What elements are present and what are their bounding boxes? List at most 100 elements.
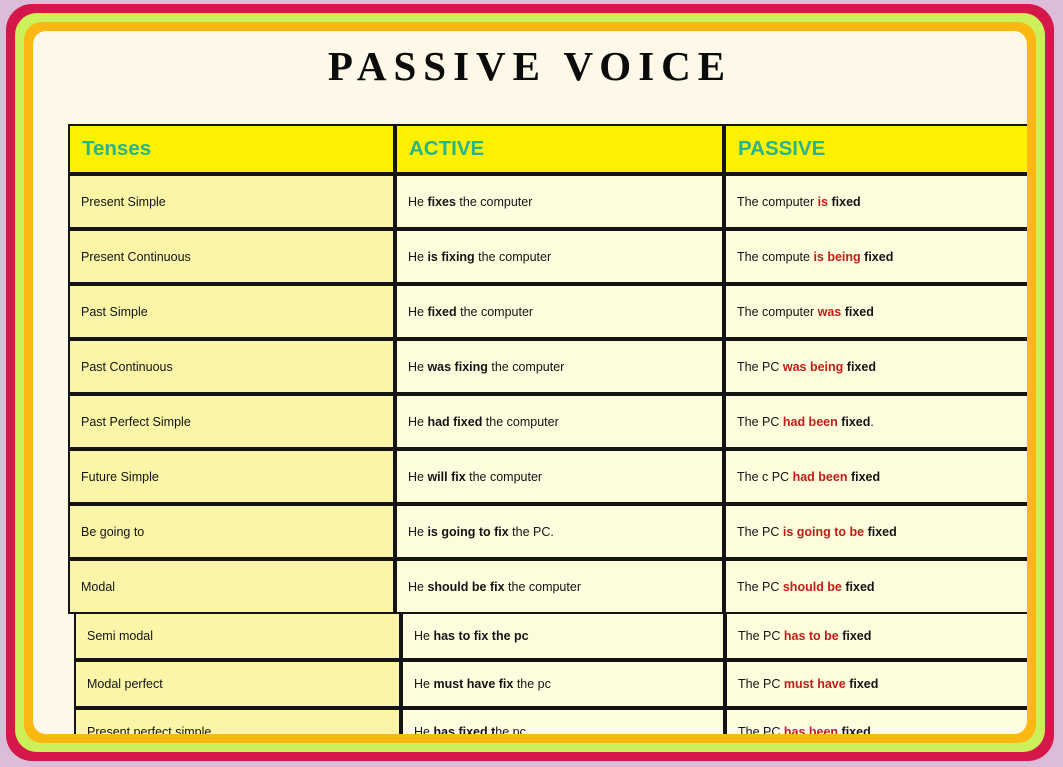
- sentence-fragment: the computer: [455, 194, 533, 209]
- sentence-fragment: He: [408, 469, 428, 484]
- active-sentence-cell: He had fixed the computer: [395, 394, 724, 449]
- passive-sentence-cell: The PC is going to be fixed: [724, 504, 1027, 559]
- page-title: PASSIVE VOICE: [327, 43, 733, 89]
- sentence-fragment: The computer: [737, 194, 818, 209]
- sentence-fragment: must have fix: [433, 677, 514, 691]
- sentence-fragment: is fixing: [427, 249, 475, 264]
- active-sentence-cell: He must have fix the pc: [401, 660, 725, 708]
- sentence-fragment: .: [870, 414, 874, 429]
- active-sentence-cell: He is fixing the computer: [395, 229, 724, 284]
- worksheet-card: PASSIVE VOICE Tenses ACTIVE PASSIVE Pres…: [33, 31, 1027, 734]
- sentence-fragment: fixed: [427, 304, 457, 319]
- sentence-fragment: The PC: [737, 359, 783, 374]
- active-sentence-cell: He will fix the computer: [395, 449, 724, 504]
- sentence-fragment: fixed: [849, 677, 879, 691]
- sentence-fragment: The PC: [738, 629, 784, 643]
- highlighted-phrase: is being: [813, 249, 861, 264]
- tense-name-cell: Past Simple: [68, 284, 395, 339]
- sentence-fragment: He: [414, 629, 434, 643]
- tense-name-cell: Semi modal: [74, 612, 401, 660]
- passive-sentence-cell: The computer is fixed: [724, 174, 1027, 229]
- sentence-fragment: should be fix: [427, 579, 505, 594]
- sentence-fragment: The PC: [737, 414, 783, 429]
- tense-name-cell: Present Simple: [68, 174, 395, 229]
- sentence-fragment: The computer: [737, 304, 818, 319]
- table-row: Semi modal He has to fix the pc The PC has…: [74, 612, 1027, 660]
- sentence-fragment: He: [408, 579, 428, 594]
- passive-sentence-cell: The PC had been fixed.: [724, 394, 1027, 449]
- sentence-fragment: The PC: [738, 725, 784, 734]
- highlighted-phrase: was being: [782, 359, 844, 374]
- active-sentence-cell: He is going to fix the PC.: [395, 504, 724, 559]
- sentence-fragment: The c PC: [737, 469, 793, 484]
- passive-sentence-cell: The PC has to be fixed: [725, 612, 1027, 660]
- table-row: Past Continuous He was fixing the compute…: [68, 339, 1027, 394]
- sentence-fragment: fixed: [844, 304, 874, 319]
- highlighted-phrase: had been: [782, 414, 838, 429]
- highlighted-phrase: is going to be: [782, 524, 865, 539]
- sentence-fragment: He: [414, 677, 434, 691]
- sentence-fragment: has to fix the pc: [433, 629, 529, 643]
- sentence-fragment: He: [408, 359, 428, 374]
- tense-name-cell: Past Continuous: [68, 339, 395, 394]
- sentence-fragment: fixes: [427, 194, 456, 209]
- active-sentence-cell: He fixed the computer: [395, 284, 724, 339]
- table-row: Present Continuous He is fixing the compu…: [68, 229, 1027, 284]
- sentence-fragment: The PC: [737, 524, 783, 539]
- tense-name-cell: Modal: [68, 559, 395, 614]
- table-row: Present Simple He fixes the computer The c…: [68, 174, 1027, 229]
- sentence-fragment: fixed: [846, 359, 876, 374]
- sentence-fragment: He: [408, 414, 428, 429]
- extra-table-body: Semi modal He has to fix the pc The PC has…: [74, 612, 1027, 734]
- active-sentence-cell: He has fixed the pc: [401, 708, 725, 734]
- sentence-fragment: is going to fix: [427, 524, 509, 539]
- sentence-fragment: he pc: [495, 725, 526, 734]
- passive-sentence-cell: The PC was being fixed: [724, 339, 1027, 394]
- passive-sentence-cell: The computer was fixed: [724, 284, 1027, 339]
- decorative-frame-red: PASSIVE VOICE Tenses ACTIVE PASSIVE Pres…: [6, 4, 1054, 761]
- sentence-fragment: had fixed: [427, 414, 483, 429]
- active-sentence-cell: He has to fix the pc: [401, 612, 725, 660]
- highlighted-phrase: should be: [782, 579, 842, 594]
- column-header-passive: PASSIVE: [724, 124, 1027, 174]
- sentence-fragment: fixed: [864, 249, 894, 264]
- table-row: Be going to He is going to fix the PC. The…: [68, 504, 1027, 559]
- sentence-fragment: the computer: [474, 249, 552, 264]
- sentence-fragment: the pc: [513, 677, 551, 691]
- highlighted-phrase: has been: [783, 725, 839, 734]
- table-row: Future Simple He will fix the computer The…: [68, 449, 1027, 504]
- sentence-fragment: fixed: [841, 725, 871, 734]
- sentence-fragment: fixed: [842, 629, 872, 643]
- decorative-frame-orange: PASSIVE VOICE Tenses ACTIVE PASSIVE Pres…: [24, 22, 1036, 743]
- table-row: Past Perfect Simple He had fixed the comp…: [68, 394, 1027, 449]
- highlighted-phrase: has to be: [783, 629, 839, 643]
- sentence-fragment: the computer: [487, 359, 565, 374]
- passive-voice-extra-table: Semi modal He has to fix the pc The PC has…: [74, 612, 1027, 734]
- passive-sentence-cell: The PC has been fixed: [725, 708, 1027, 734]
- sentence-fragment: was fixing: [427, 359, 488, 374]
- tense-name-cell: Past Perfect Simple: [68, 394, 395, 449]
- passive-sentence-cell: The compute is being fixed: [724, 229, 1027, 284]
- sentence-fragment: fixed: [841, 414, 871, 429]
- sentence-fragment: will fix: [427, 469, 466, 484]
- highlighted-phrase: is: [817, 194, 829, 209]
- tense-name-cell: Present Continuous: [68, 229, 395, 284]
- table-row: Past Simple He fixed the computer The comp…: [68, 284, 1027, 339]
- active-sentence-cell: He fixes the computer: [395, 174, 724, 229]
- sentence-fragment: He: [408, 249, 428, 264]
- highlighted-phrase: must have: [783, 677, 846, 691]
- sentence-fragment: the computer: [504, 579, 581, 594]
- sentence-fragment: the PC.: [508, 524, 554, 539]
- active-sentence-cell: He should be fix the computer: [395, 559, 724, 614]
- sentence-fragment: fixed: [850, 469, 881, 484]
- sentence-fragment: The PC: [737, 579, 783, 594]
- sentence-fragment: He: [408, 304, 428, 319]
- decorative-frame-green: PASSIVE VOICE Tenses ACTIVE PASSIVE Pres…: [15, 13, 1045, 752]
- sentence-fragment: the computer: [482, 414, 559, 429]
- active-sentence-cell: He was fixing the computer: [395, 339, 724, 394]
- column-header-tenses: Tenses: [68, 124, 395, 174]
- sentence-fragment: The compute: [737, 249, 814, 264]
- sentence-fragment: He: [408, 524, 428, 539]
- sentence-fragment: has fixed t: [433, 725, 496, 734]
- tense-name-cell: Modal perfect: [74, 660, 401, 708]
